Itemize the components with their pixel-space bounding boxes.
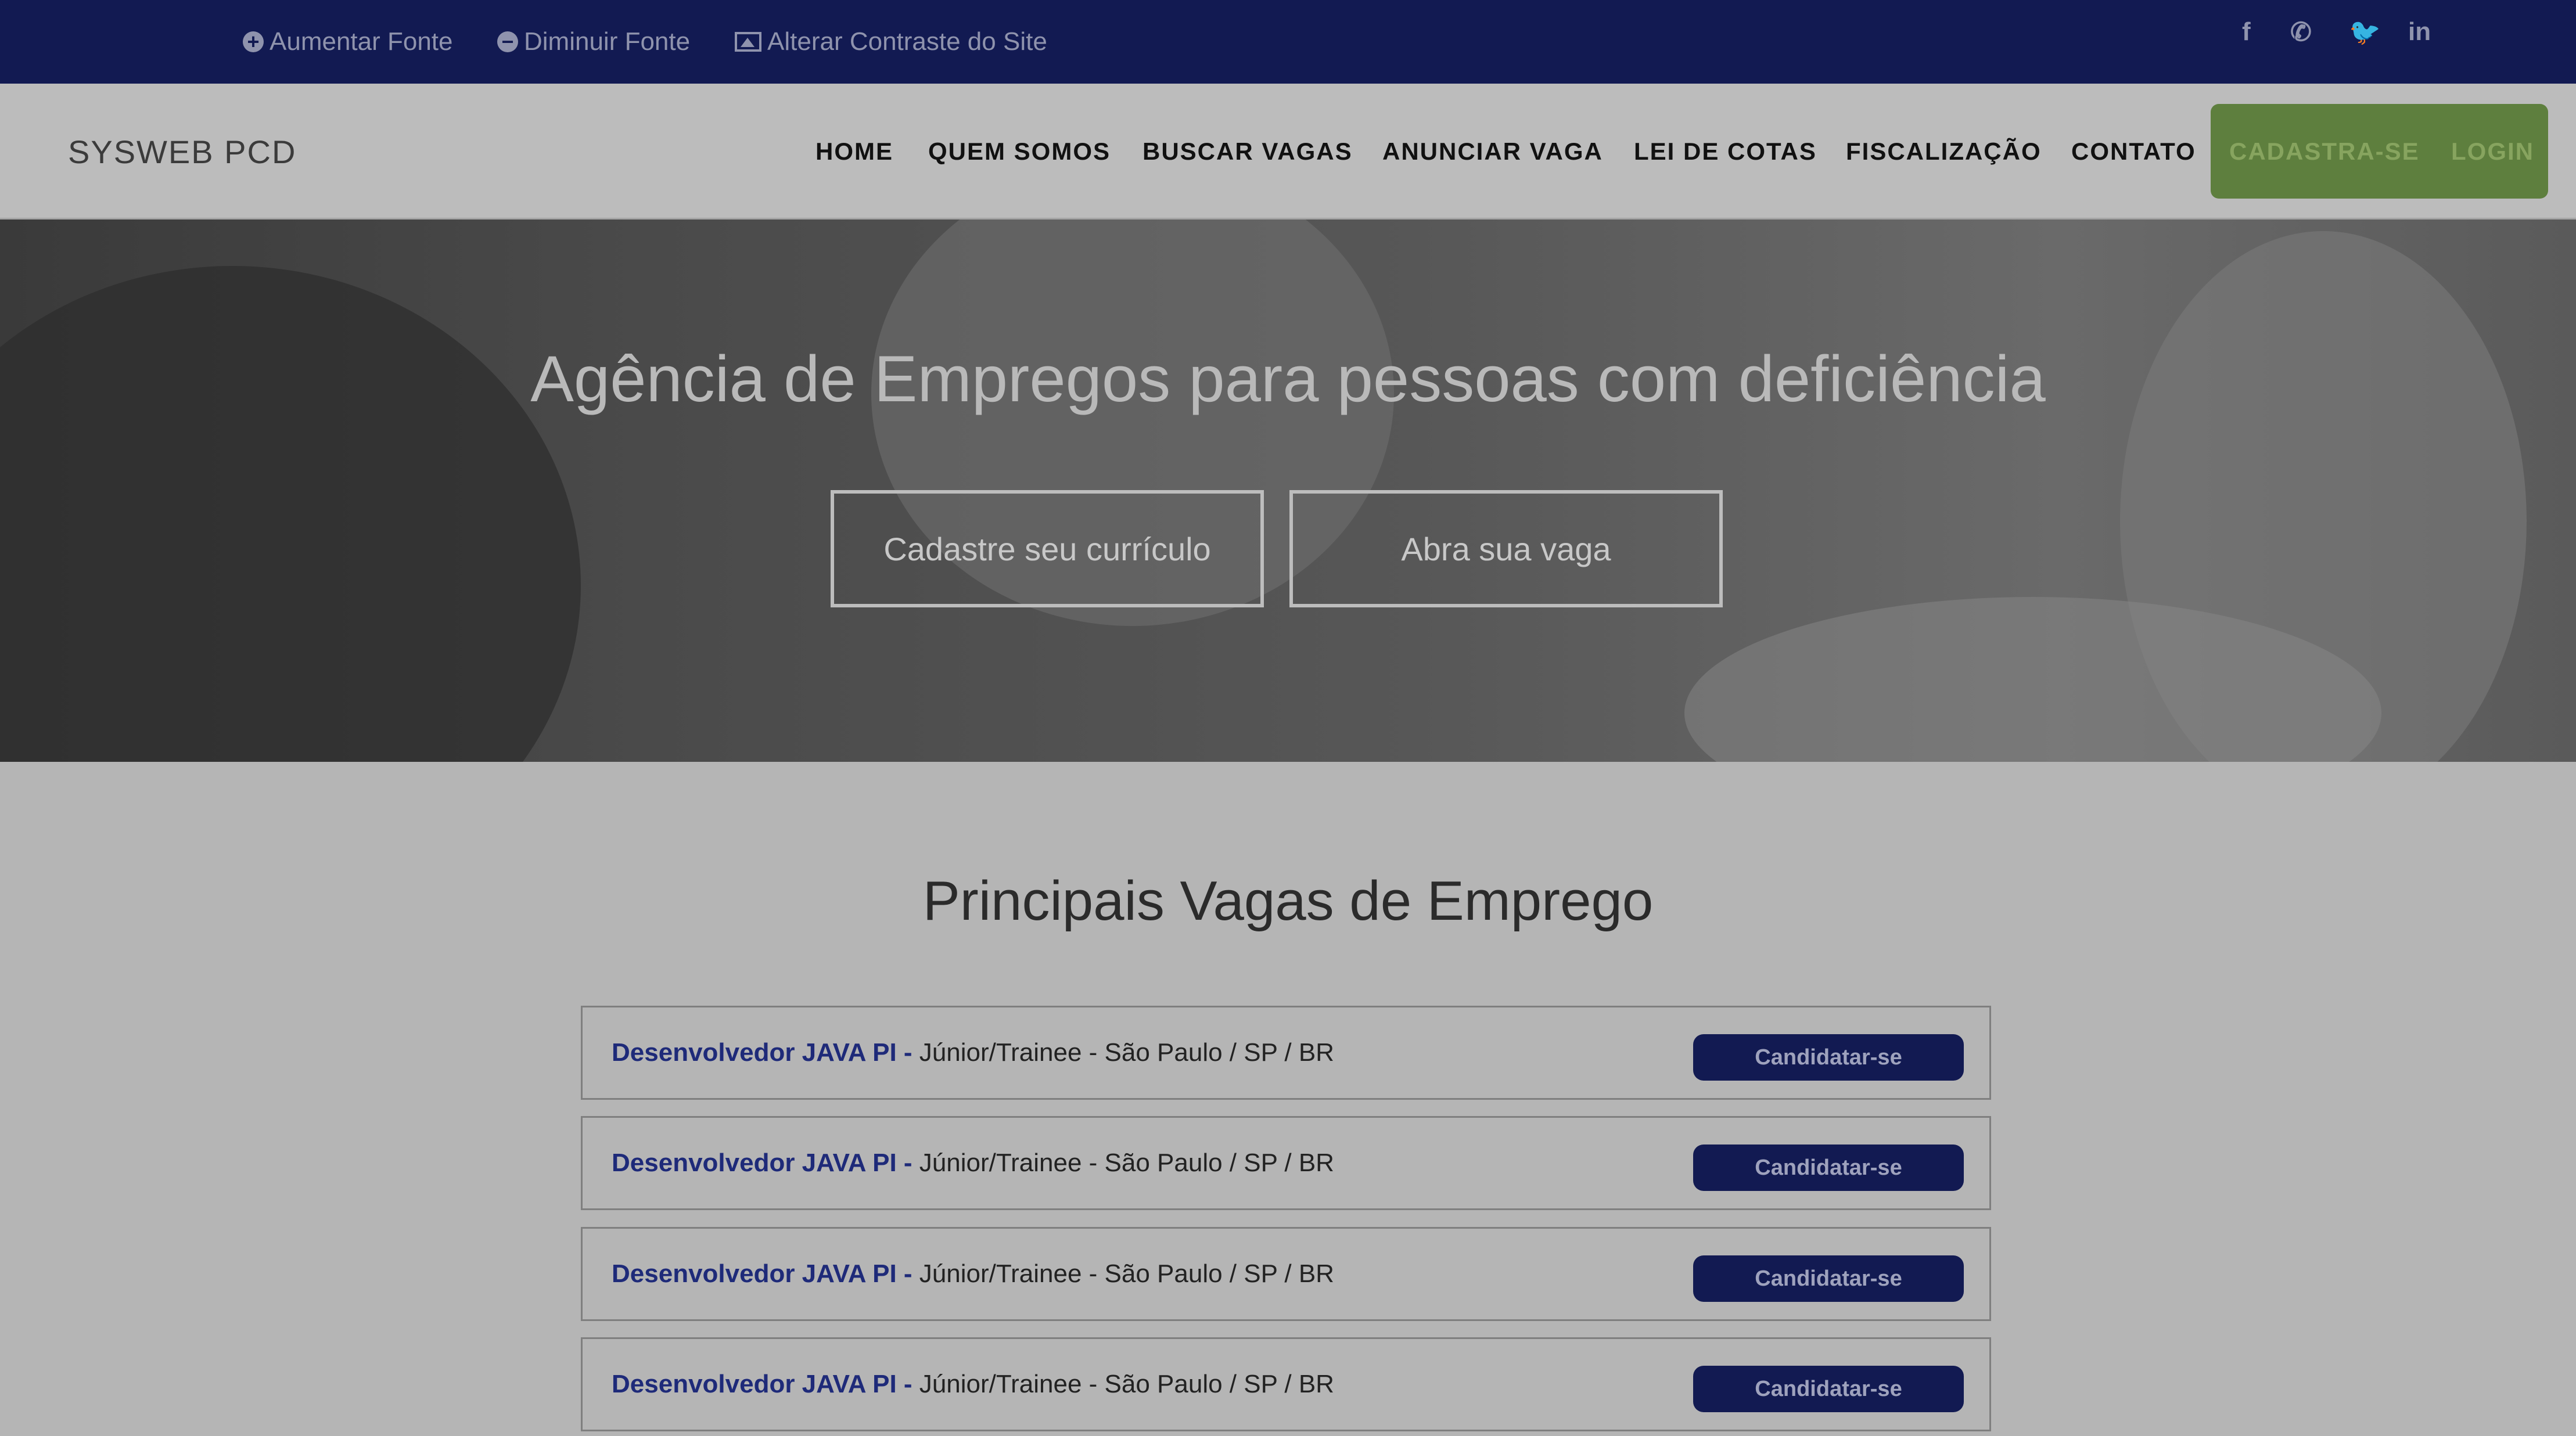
plus-circle-icon: + bbox=[243, 31, 264, 52]
account-actions: CADASTRA-SE LOGIN bbox=[2211, 104, 2548, 199]
job-details: Júnior/Trainee - São Paulo / SP / BR bbox=[919, 1259, 1334, 1288]
minus-circle-icon: − bbox=[497, 31, 518, 52]
job-title[interactable]: Desenvolvedor JAVA PI - bbox=[612, 1038, 919, 1067]
twitter-icon[interactable]: 🐦 bbox=[2349, 0, 2381, 64]
decrease-font-label: Diminuir Fonte bbox=[524, 27, 691, 56]
whatsapp-icon[interactable]: ✆ bbox=[2290, 0, 2312, 64]
decrease-font-link[interactable]: − Diminuir Fonte bbox=[497, 0, 690, 84]
hero-background-image bbox=[0, 266, 581, 762]
job-card: Desenvolvedor JAVA PI - Júnior/Trainee -… bbox=[581, 1337, 1991, 1431]
job-title[interactable]: Desenvolvedor JAVA PI - bbox=[612, 1370, 919, 1399]
image-icon bbox=[735, 32, 761, 52]
apply-button[interactable]: Candidatar-se bbox=[1693, 1034, 1964, 1081]
register-resume-button[interactable]: Cadastre seu currículo bbox=[831, 490, 1264, 607]
job-details: Júnior/Trainee - São Paulo / SP / BR bbox=[919, 1370, 1334, 1398]
facebook-icon[interactable]: f bbox=[2242, 0, 2251, 64]
job-title[interactable]: Desenvolvedor JAVA PI - bbox=[612, 1259, 919, 1289]
job-summary: Desenvolvedor JAVA PI - Júnior/Trainee -… bbox=[612, 1118, 1334, 1208]
post-job-button[interactable]: Abra sua vaga bbox=[1289, 490, 1723, 607]
increase-font-label: Aumentar Fonte bbox=[270, 27, 453, 56]
linkedin-icon[interactable]: in bbox=[2408, 0, 2431, 64]
job-details: Júnior/Trainee - São Paulo / SP / BR bbox=[919, 1038, 1334, 1067]
nav-contact[interactable]: CONTATO bbox=[2071, 84, 2196, 219]
site-brand[interactable]: SYSWEB PCD bbox=[68, 84, 296, 219]
login-button[interactable]: LOGIN bbox=[2451, 104, 2534, 199]
hero-title: Agência de Empregos para pessoas com def… bbox=[530, 343, 2046, 415]
apply-button[interactable]: Candidatar-se bbox=[1693, 1255, 1964, 1302]
nav-about[interactable]: QUEM SOMOS bbox=[928, 84, 1111, 219]
job-card: Desenvolvedor JAVA PI - Júnior/Trainee -… bbox=[581, 1227, 1991, 1321]
nav-home[interactable]: HOME bbox=[815, 84, 893, 219]
contrast-link[interactable]: Alterar Contraste do Site bbox=[735, 0, 1047, 84]
accessibility-bar: + Aumentar Fonte − Diminuir Fonte Altera… bbox=[0, 0, 2576, 84]
apply-button[interactable]: Candidatar-se bbox=[1693, 1366, 1964, 1412]
nav-post-job[interactable]: ANUNCIAR VAGA bbox=[1382, 84, 1603, 219]
nav-inspection[interactable]: FISCALIZAÇÃO bbox=[1846, 84, 2042, 219]
job-card: Desenvolvedor JAVA PI - Júnior/Trainee -… bbox=[581, 1116, 1991, 1210]
nav-search-jobs[interactable]: BUSCAR VAGAS bbox=[1143, 84, 1353, 219]
hero-banner: Agência de Empregos para pessoas com def… bbox=[0, 219, 2576, 762]
jobs-section-title: Principais Vagas de Emprego bbox=[922, 870, 1654, 932]
job-card: Desenvolvedor JAVA PI - Júnior/Trainee -… bbox=[581, 1006, 1991, 1100]
jobs-section: Principais Vagas de Emprego Desenvolvedo… bbox=[0, 762, 2576, 1436]
job-title[interactable]: Desenvolvedor JAVA PI - bbox=[612, 1149, 919, 1178]
apply-button[interactable]: Candidatar-se bbox=[1693, 1145, 1964, 1191]
signup-button[interactable]: CADASTRA-SE bbox=[2229, 104, 2420, 199]
job-summary: Desenvolvedor JAVA PI - Júnior/Trainee -… bbox=[612, 1339, 1334, 1430]
nav-quota-law[interactable]: LEI DE COTAS bbox=[1634, 84, 1817, 219]
job-summary: Desenvolvedor JAVA PI - Júnior/Trainee -… bbox=[612, 1229, 1334, 1319]
job-details: Júnior/Trainee - São Paulo / SP / BR bbox=[919, 1149, 1334, 1177]
contrast-label: Alterar Contraste do Site bbox=[767, 27, 1047, 56]
increase-font-link[interactable]: + Aumentar Fonte bbox=[243, 0, 453, 84]
main-navbar: SYSWEB PCD HOME QUEM SOMOS BUSCAR VAGAS … bbox=[0, 84, 2576, 219]
job-summary: Desenvolvedor JAVA PI - Júnior/Trainee -… bbox=[612, 1007, 1334, 1098]
